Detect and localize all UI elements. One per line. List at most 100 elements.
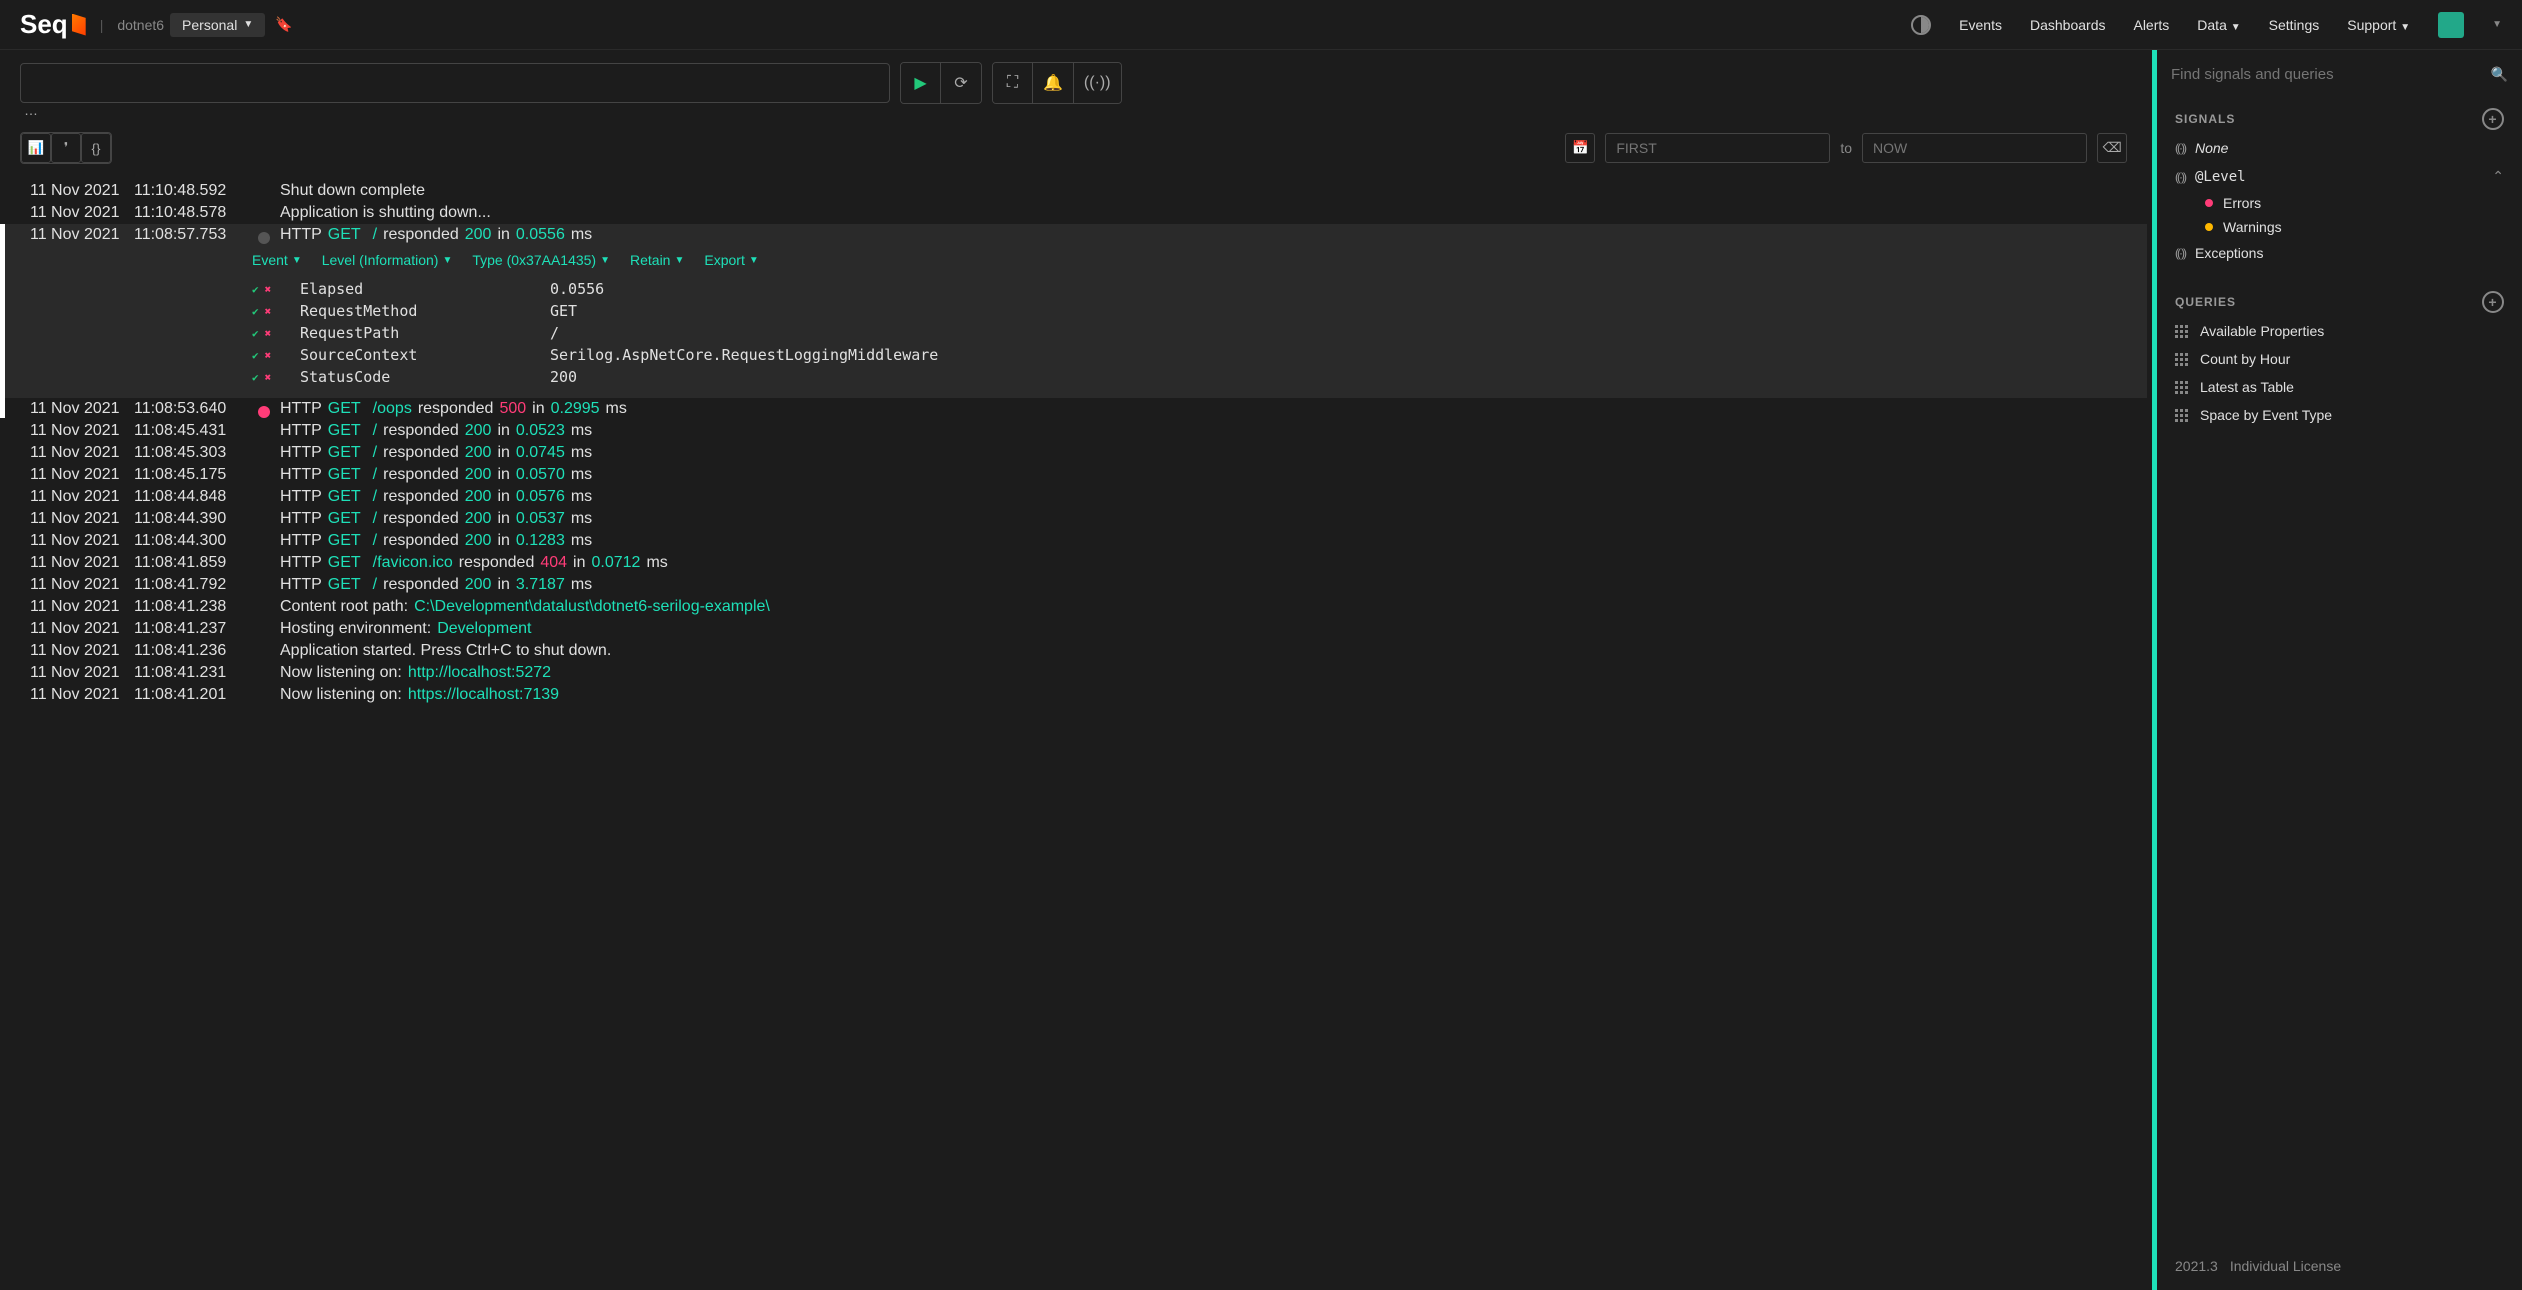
- log-row[interactable]: 11 Nov 202111:10:48.592Shut down complet…: [0, 180, 2147, 202]
- property-row[interactable]: ✔✖StatusCode200: [252, 366, 2117, 388]
- project-name[interactable]: dotnet6: [117, 17, 164, 33]
- query-input[interactable]: [20, 63, 890, 103]
- log-message: HTTP GET /favicon.ico responded 404 in 0…: [280, 554, 668, 572]
- query-available-properties[interactable]: Available Properties: [2157, 317, 2522, 345]
- log-row[interactable]: 11 Nov 202111:08:41.859HTTP GET /favicon…: [0, 552, 2147, 574]
- workspace-dropdown[interactable]: Personal ▼: [170, 13, 265, 37]
- property-row[interactable]: ✔✖SourceContextSerilog.AspNetCore.Reques…: [252, 344, 2117, 366]
- signal-errors[interactable]: Errors: [2157, 191, 2522, 215]
- exclude-icon[interactable]: ✖: [265, 283, 272, 296]
- date-from-input[interactable]: [1605, 133, 1830, 163]
- log-time: 11:08:53.640: [134, 400, 244, 418]
- log-date: 11 Nov 2021: [30, 400, 124, 418]
- expanded-log-panel: Event ▼ Level (Information) ▼ Type (0x37AA…: [0, 246, 2147, 398]
- log-time: 11:08:41.792: [134, 576, 244, 594]
- log-row[interactable]: 11 Nov 202111:10:48.578Application is sh…: [0, 202, 2147, 224]
- log-row[interactable]: 11 Nov 202111:08:45.303HTTP GET / respon…: [0, 442, 2147, 464]
- logo[interactable]: Seq: [20, 9, 86, 40]
- query-space-by-event-type[interactable]: Space by Event Type: [2157, 401, 2522, 429]
- search-icon[interactable]: 🔍: [2491, 66, 2508, 83]
- log-time: 11:10:48.578: [134, 204, 244, 222]
- signal-none[interactable]: ((·)) None: [2157, 134, 2522, 162]
- expanded-menu-export[interactable]: Export ▼: [704, 252, 758, 268]
- include-icon[interactable]: ✔: [252, 305, 259, 318]
- log-row[interactable]: 11 Nov 202111:08:41.201Now listening on:…: [0, 684, 2147, 706]
- expanded-menu-retain[interactable]: Retain ▼: [630, 252, 684, 268]
- log-time: 11:10:48.592: [134, 182, 244, 200]
- property-row[interactable]: ✔✖RequestPath/: [252, 322, 2117, 344]
- nav-support[interactable]: Support ▼: [2347, 17, 2410, 33]
- add-query-button[interactable]: +: [2482, 291, 2504, 313]
- log-row[interactable]: 11 Nov 202111:08:41.231Now listening on:…: [0, 662, 2147, 684]
- nav-data[interactable]: Data ▼: [2197, 17, 2240, 33]
- avatar[interactable]: [2438, 12, 2464, 38]
- log-row[interactable]: 11 Nov 202111:08:41.237Hosting environme…: [0, 618, 2147, 640]
- property-name: StatusCode: [300, 368, 550, 386]
- include-icon[interactable]: ✔: [252, 349, 259, 362]
- exclude-icon[interactable]: ✖: [265, 305, 272, 318]
- bookmark-icon[interactable]: 🔖: [275, 16, 292, 33]
- log-date: 11 Nov 2021: [30, 642, 124, 660]
- error-dot-icon: [2205, 199, 2213, 207]
- nav-alerts[interactable]: Alerts: [2133, 17, 2169, 33]
- query-latest-as-table[interactable]: Latest as Table: [2157, 373, 2522, 401]
- log-date: 11 Nov 2021: [30, 598, 124, 616]
- signals-search-input[interactable]: [2171, 66, 2491, 83]
- expanded-menu-type[interactable]: Type (0x37AA1435) ▼: [472, 252, 610, 268]
- expanded-menu-event[interactable]: Event ▼: [252, 252, 302, 268]
- date-to-input[interactable]: [1862, 133, 2087, 163]
- log-row[interactable]: 11 Nov 202111:08:41.236Application start…: [0, 640, 2147, 662]
- property-row[interactable]: ✔✖Elapsed0.0556: [252, 278, 2117, 300]
- nav-events[interactable]: Events: [1959, 17, 2002, 33]
- signals-header: SIGNALS: [2175, 112, 2235, 126]
- log-row[interactable]: 11 Nov 202111:08:45.431HTTP GET / respon…: [0, 420, 2147, 442]
- calendar-button[interactable]: 📅: [1565, 133, 1595, 163]
- signal-exceptions[interactable]: ((·)) Exceptions: [2157, 239, 2522, 267]
- log-row[interactable]: 11 Nov 202111:08:44.300HTTP GET / respon…: [0, 530, 2147, 552]
- warning-dot-icon: [2205, 223, 2213, 231]
- exclude-icon[interactable]: ✖: [265, 349, 272, 362]
- log-row[interactable]: 11 Nov 202111:08:44.848HTTP GET / respon…: [0, 486, 2147, 508]
- nav-settings[interactable]: Settings: [2269, 17, 2320, 33]
- stream-button[interactable]: ((·)): [1074, 63, 1121, 103]
- log-row[interactable]: 11 Nov 2021 11:08:41.792 HTTP GET / respon…: [0, 574, 2147, 596]
- log-message: HTTP GET / responded 200 in 3.7187 ms: [280, 576, 592, 594]
- clear-date-button[interactable]: ⌫: [2097, 133, 2127, 163]
- property-value: 0.0556: [550, 280, 604, 298]
- query-count-by-hour[interactable]: Count by Hour: [2157, 345, 2522, 373]
- collapse-indicator[interactable]: …: [0, 100, 2147, 120]
- property-row[interactable]: ✔✖RequestMethodGET: [252, 300, 2117, 322]
- expanded-menu-level[interactable]: Level (Information) ▼: [322, 252, 453, 268]
- log-row[interactable]: 11 Nov 202111:08:45.175HTTP GET / respon…: [0, 464, 2147, 486]
- include-icon[interactable]: ✔: [252, 283, 259, 296]
- chart-mode-button[interactable]: 📊: [21, 133, 51, 163]
- log-date: 11 Nov 2021: [30, 488, 124, 506]
- theme-toggle-icon[interactable]: [1911, 15, 1931, 35]
- signal-warnings[interactable]: Warnings: [2157, 215, 2522, 239]
- add-signal-button[interactable]: +: [2482, 108, 2504, 130]
- signal-level[interactable]: ((·)) @Level ⌃: [2157, 162, 2522, 191]
- log-message: HTTP GET / responded 200 in 0.0523 ms: [280, 422, 592, 440]
- exclude-icon[interactable]: ✖: [265, 327, 272, 340]
- log-row[interactable]: 11 Nov 202111:08:41.238Content root path…: [0, 596, 2147, 618]
- quote-button[interactable]: ❜: [51, 133, 81, 163]
- exclude-icon[interactable]: ✖: [265, 371, 272, 384]
- chevron-down-icon: ▼: [2231, 22, 2241, 33]
- log-row[interactable]: 11 Nov 202111:08:57.753HTTP GET / respon…: [0, 224, 2147, 246]
- version-label: 2021.3: [2175, 1258, 2218, 1274]
- alert-button[interactable]: 🔔: [1033, 63, 1074, 103]
- log-row[interactable]: 11 Nov 202111:08:44.390HTTP GET / respon…: [0, 508, 2147, 530]
- chevron-down-icon[interactable]: ▼: [2492, 19, 2502, 30]
- nav-dashboards[interactable]: Dashboards: [2030, 17, 2106, 33]
- expand-button[interactable]: ⛶: [993, 63, 1033, 103]
- log-date: 11 Nov 2021: [30, 576, 124, 594]
- include-icon[interactable]: ✔: [252, 371, 259, 384]
- braces-button[interactable]: {}: [81, 133, 111, 163]
- log-row[interactable]: 11 Nov 202111:08:53.640HTTP GET /oops re…: [0, 398, 2147, 420]
- log-time: 11:08:41.201: [134, 686, 244, 704]
- property-name: RequestMethod: [300, 302, 550, 320]
- log-date: 11 Nov 2021: [30, 466, 124, 484]
- include-icon[interactable]: ✔: [252, 327, 259, 340]
- refresh-button[interactable]: ⟳: [941, 63, 981, 103]
- run-button[interactable]: ▶: [901, 63, 941, 103]
